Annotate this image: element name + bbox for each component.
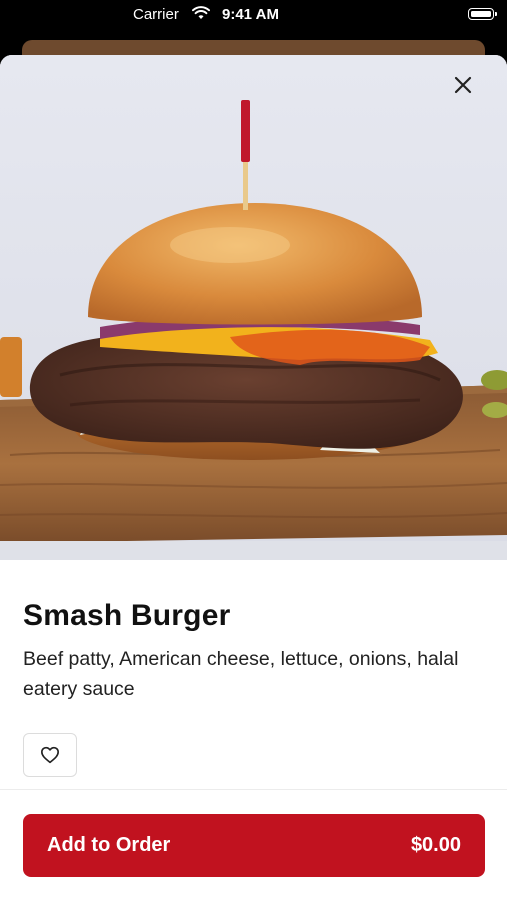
wifi-icon <box>192 6 210 19</box>
burger-illustration <box>0 55 507 560</box>
add-to-order-button[interactable]: Add to Order $0.00 <box>23 814 485 877</box>
item-detail-sheet: Smash Burger Beef patty, American cheese… <box>0 55 507 900</box>
item-title: Smash Burger <box>23 599 231 632</box>
clock: 9:41 AM <box>222 6 279 23</box>
status-bar: Carrier 9:41 AM <box>0 0 507 34</box>
close-button[interactable] <box>453 75 489 111</box>
item-photo <box>0 55 507 560</box>
divider <box>0 789 507 790</box>
heart-icon <box>40 746 59 764</box>
carrier-label: Carrier <box>133 6 179 23</box>
item-description: Beef patty, American cheese, lettuce, on… <box>23 648 459 700</box>
add-to-order-label: Add to Order <box>47 834 171 856</box>
favorite-button[interactable] <box>23 733 77 777</box>
order-price: $0.00 <box>410 834 461 856</box>
close-icon <box>454 76 472 94</box>
battery-icon <box>468 8 497 20</box>
